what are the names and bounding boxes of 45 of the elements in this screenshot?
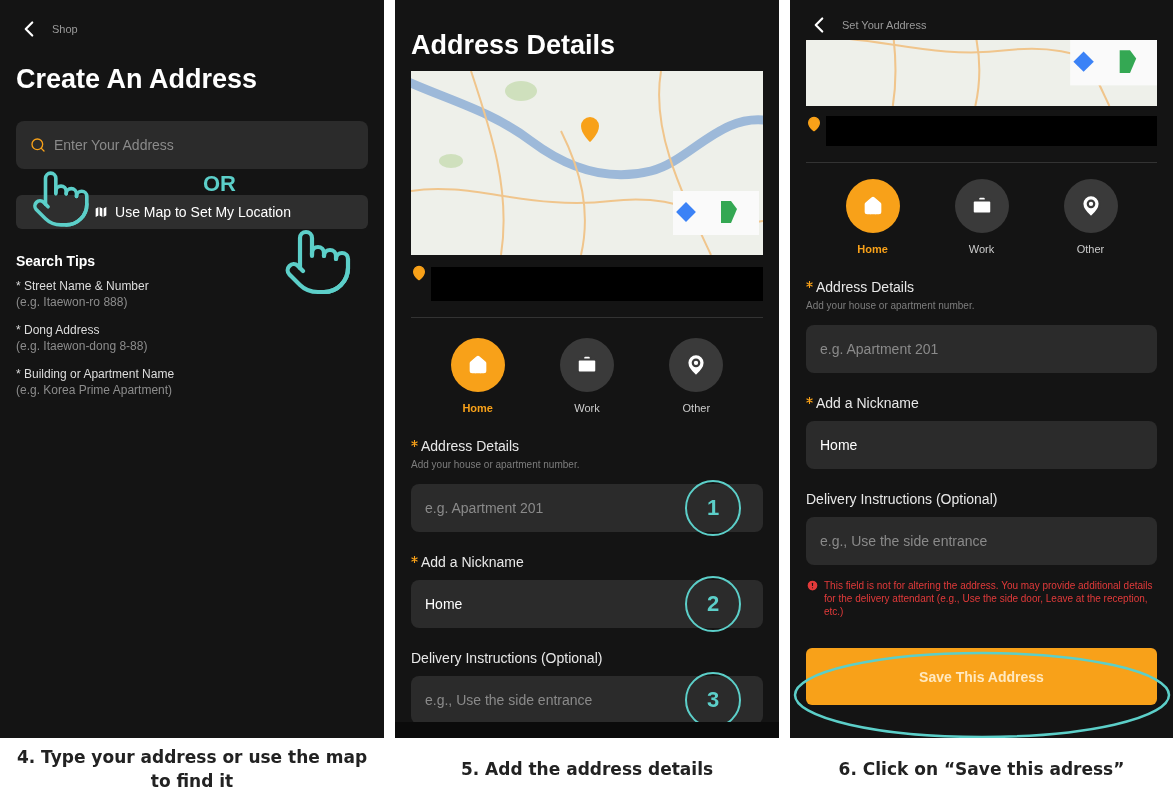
briefcase-icon — [970, 195, 993, 217]
back-label: Shop — [52, 23, 78, 35]
step-caption: 4. Type your address or use the map to find it — [15, 746, 369, 793]
back-label: Set Your Address — [842, 19, 927, 31]
field-hint: Add your house or apartment number. — [806, 300, 976, 311]
field-label: Delivery Instructions (Optional) — [806, 491, 999, 507]
page-title: Address Details — [411, 30, 617, 61]
tip-example: (e.g. Korea Prime Apartment) — [16, 383, 174, 397]
warning-text: This field is not for altering the address. You may provide additional details for the delivery attendant (e.g., Use the side door, Leave at the reception, etc.) — [824, 579, 1154, 618]
field-label: Add a Nickname — [411, 554, 763, 570]
step-number-mark: 1 — [685, 480, 741, 536]
field-label: Address Details — [411, 438, 763, 454]
field-label: Add a Nickname — [806, 395, 1157, 411]
input-field[interactable]: e.g., Use the side entrance — [806, 517, 1157, 565]
location-pin-icon — [411, 265, 427, 281]
required-asterisk-icon — [411, 556, 418, 563]
or-label: OR — [202, 171, 237, 195]
input-field[interactable]: Home — [806, 421, 1157, 469]
location-pin-icon — [806, 116, 822, 132]
tip-example: (e.g. Itaewon-ro 888) — [16, 295, 129, 309]
tip-example: (e.g. Itaewon-dong 8-88) — [16, 339, 149, 353]
field-label: Delivery Instructions (Optional) — [411, 650, 604, 666]
required-asterisk-icon — [806, 281, 813, 288]
map-icon — [93, 204, 110, 220]
tip-label: * Building or Apartment Name — [16, 367, 176, 381]
tip-label: * Street Name & Number — [16, 279, 150, 293]
tap-hand-icon — [30, 168, 92, 230]
warning-icon — [806, 579, 819, 592]
house-icon — [862, 196, 883, 216]
required-asterisk-icon — [411, 440, 418, 447]
briefcase-icon — [576, 354, 598, 376]
required-asterisk-icon — [806, 397, 813, 404]
page-title: Create An Address — [16, 64, 259, 95]
search-field[interactable]: Enter Your Address — [16, 121, 368, 169]
input-field[interactable]: e.g. Apartment 201 — [806, 325, 1157, 373]
tip-label: * Dong Address — [16, 323, 101, 337]
use-map-button[interactable]: Use Map to Set My Location — [16, 195, 368, 229]
search-icon — [30, 137, 46, 153]
field-hint: Add your house or apartment number. — [411, 459, 581, 470]
step-number-mark: 2 — [685, 576, 741, 632]
house-icon — [467, 355, 488, 375]
step-caption: 5. Add the address details — [459, 758, 715, 782]
field-label: Address Details — [806, 279, 1157, 295]
step-caption: 6. Click on “Save this adress” — [837, 758, 1126, 782]
tips-title: Search Tips — [16, 253, 97, 269]
